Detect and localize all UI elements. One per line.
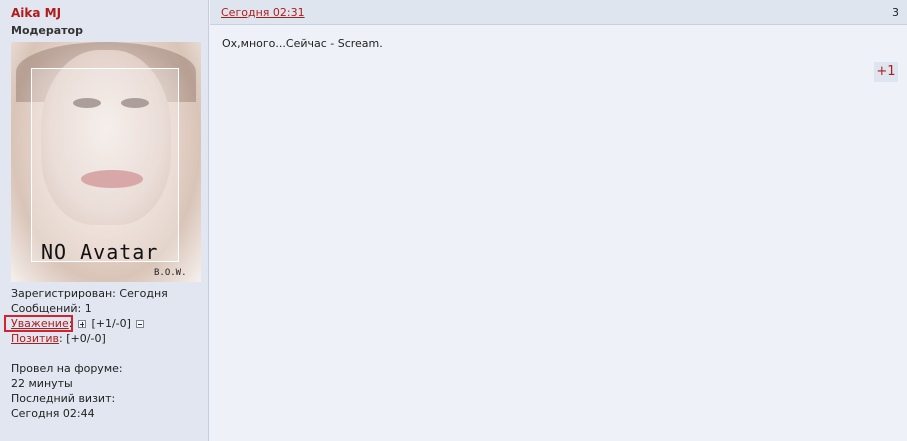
positive-value: [+0/-0] bbox=[66, 332, 106, 345]
respect-minus-icon[interactable] bbox=[136, 320, 145, 328]
respect-plus-icon[interactable] bbox=[77, 320, 86, 328]
messages-count: Сообщений: 1 bbox=[11, 302, 92, 315]
post-body: Ох,много...Сейчас - Scream. bbox=[222, 37, 383, 50]
post-area: Сегодня 02:31 3 Ох,много...Сейчас - Scre… bbox=[210, 0, 907, 441]
positive-row: Позитив: [+0/-0] bbox=[11, 331, 106, 346]
time-on-forum-value: 22 минуты bbox=[11, 377, 73, 390]
positive-link[interactable]: Позитив bbox=[11, 332, 59, 345]
last-visit-label: Последний визит: bbox=[11, 392, 116, 405]
avatar-frame bbox=[31, 68, 179, 262]
avatar-caption: NO Avatar bbox=[41, 240, 159, 264]
respect-value: [+1/-0] bbox=[91, 317, 131, 330]
user-sidebar: Aika MJ Модератор NO Avatar B.O.W. Зарег… bbox=[0, 0, 209, 441]
last-visit-value: Сегодня 02:44 bbox=[11, 407, 95, 420]
avatar-signature: B.O.W. bbox=[154, 268, 187, 278]
positive-colon: : bbox=[59, 332, 63, 345]
post-date-link[interactable]: Сегодня 02:31 bbox=[221, 6, 305, 19]
user-title: Модератор bbox=[11, 24, 83, 37]
respect-highlight bbox=[4, 315, 73, 332]
avatar: NO Avatar B.O.W. bbox=[11, 42, 201, 282]
post-number[interactable]: 3 bbox=[892, 6, 899, 19]
registered-info: Зарегистрирован: Сегодня bbox=[11, 287, 168, 300]
post-header: Сегодня 02:31 3 bbox=[210, 0, 907, 25]
username[interactable]: Aika MJ bbox=[11, 6, 61, 20]
time-on-forum-label: Провел на форуме: bbox=[11, 362, 123, 375]
plus-one-button[interactable]: +1 bbox=[874, 62, 898, 82]
